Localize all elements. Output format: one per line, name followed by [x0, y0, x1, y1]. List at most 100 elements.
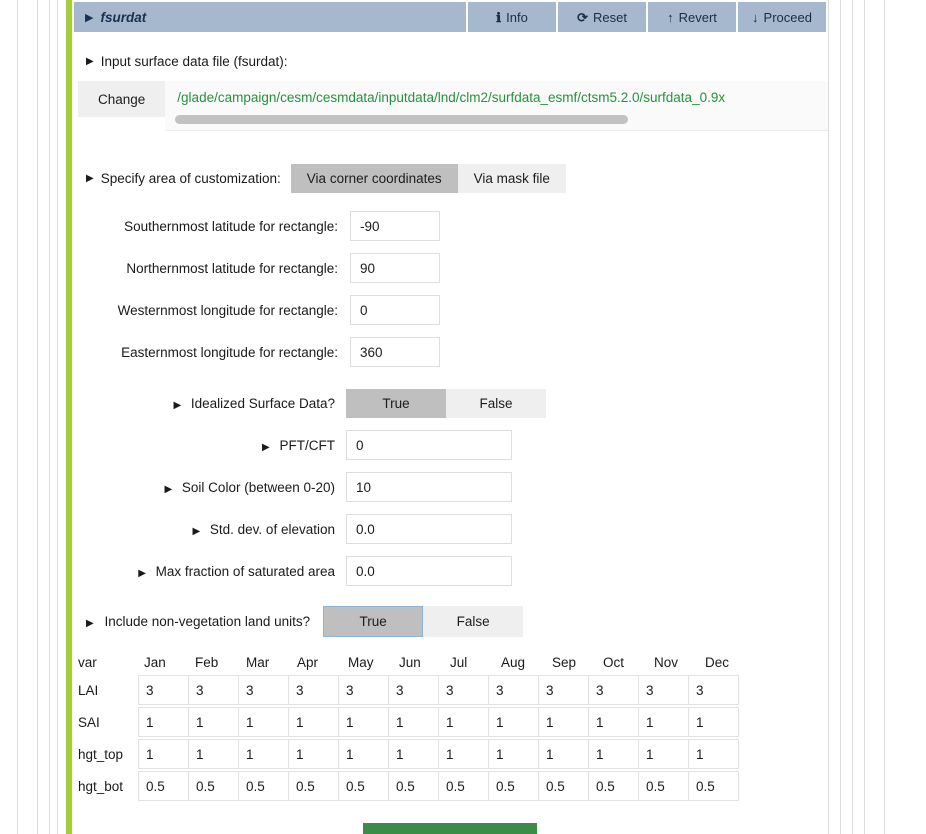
cell-sai-feb[interactable]: 1: [188, 707, 239, 737]
std-dev-elevation-row: ▶ Std. dev. of elevation: [72, 514, 828, 544]
cell-hgt-top-sep[interactable]: 1: [538, 739, 589, 769]
nonveg-false-button[interactable]: False: [423, 606, 524, 637]
cell-hgt-top-may[interactable]: 1: [338, 739, 389, 769]
input-file-label-text: Input surface data file (fsurdat):: [100, 54, 288, 69]
cell-lai-nov[interactable]: 3: [638, 675, 689, 705]
soil-color-input[interactable]: [346, 472, 512, 502]
file-path-scrollbar-thumb[interactable]: [175, 115, 628, 124]
file-path-scrollbar[interactable]: [175, 115, 822, 124]
west-longitude-label: Westernmost longitude for rectangle:: [117, 302, 338, 318]
panel-body: ▶ Input surface data file (fsurdat): Cha…: [72, 54, 828, 834]
customization-section-label[interactable]: ▶ Specify area of customization:: [86, 171, 281, 186]
cell-sai-may[interactable]: 1: [338, 707, 389, 737]
segment-via-corner-coordinates[interactable]: Via corner coordinates: [290, 164, 458, 193]
cell-sai-sep[interactable]: 1: [538, 707, 589, 737]
cell-hgt-bot-sep[interactable]: 0.5: [538, 771, 589, 801]
soil-color-label[interactable]: ▶ Soil Color (between 0-20): [72, 480, 346, 495]
cell-lai-feb[interactable]: 3: [188, 675, 239, 705]
info-icon: ℹ: [496, 9, 502, 25]
cell-lai-dec[interactable]: 3: [688, 675, 739, 705]
cell-sai-jul[interactable]: 1: [438, 707, 489, 737]
run-fsurdat-modifier-button[interactable]: Run fsurdat_modifier: [363, 823, 537, 834]
max-saturated-area-label-text: Max fraction of saturated area: [155, 563, 335, 579]
panel-border-rule: [864, 0, 865, 834]
cell-sai-mar[interactable]: 1: [238, 707, 289, 737]
reset-button[interactable]: ⟳ Reset: [558, 2, 646, 32]
north-latitude-label: Northernmost latitude for rectangle:: [126, 260, 338, 276]
coordinate-fields: Southernmost latitude for rectangle: Nor…: [72, 211, 828, 367]
cell-hgt-top-aug[interactable]: 1: [488, 739, 539, 769]
std-dev-elevation-input[interactable]: [346, 514, 512, 544]
cell-sai-nov[interactable]: 1: [638, 707, 689, 737]
column-header-jan: Jan: [144, 655, 166, 670]
cell-hgt-bot-jul[interactable]: 0.5: [438, 771, 489, 801]
cell-sai-jan[interactable]: 1: [138, 707, 189, 737]
cell-hgt-top-feb[interactable]: 1: [188, 739, 239, 769]
idealized-surface-data-label[interactable]: ▶ Idealized Surface Data?: [72, 396, 346, 411]
idealized-true-button[interactable]: True: [346, 389, 446, 418]
row-label-hgt-top: hgt_top: [78, 746, 124, 762]
south-latitude-input[interactable]: [350, 211, 440, 241]
max-saturated-area-label[interactable]: ▶ Max fraction of saturated area: [72, 564, 346, 579]
cell-hgt-top-jul[interactable]: 1: [438, 739, 489, 769]
proceed-button[interactable]: ↓ Proceed: [738, 2, 826, 32]
nonveg-land-units-label[interactable]: ▶ Include non-vegetation land units?: [86, 614, 310, 629]
cell-hgt-top-dec[interactable]: 1: [688, 739, 739, 769]
cell-hgt-bot-feb[interactable]: 0.5: [188, 771, 239, 801]
cell-hgt-bot-aug[interactable]: 0.5: [488, 771, 539, 801]
nonveg-true-button[interactable]: True: [323, 606, 424, 637]
cell-hgt-top-nov[interactable]: 1: [638, 739, 689, 769]
cell-lai-may[interactable]: 3: [338, 675, 389, 705]
cell-sai-oct[interactable]: 1: [588, 707, 639, 737]
cell-lai-jun[interactable]: 3: [388, 675, 439, 705]
cell-hgt-top-jan[interactable]: 1: [138, 739, 189, 769]
cell-hgt-top-jun[interactable]: 1: [388, 739, 439, 769]
info-button[interactable]: ℹ Info: [468, 2, 556, 32]
cell-lai-jul[interactable]: 3: [438, 675, 489, 705]
column-header-nov: Nov: [654, 655, 679, 670]
cell-hgt-bot-jun[interactable]: 0.5: [388, 771, 439, 801]
cell-sai-jun[interactable]: 1: [388, 707, 439, 737]
idealized-false-button[interactable]: False: [446, 389, 546, 418]
cell-hgt-bot-nov[interactable]: 0.5: [638, 771, 689, 801]
cell-lai-aug[interactable]: 3: [488, 675, 539, 705]
expand-triangle-icon: ▶: [85, 11, 94, 24]
cell-hgt-top-oct[interactable]: 1: [588, 739, 639, 769]
revert-button[interactable]: ↑ Revert: [648, 2, 736, 32]
cell-hgt-bot-apr[interactable]: 0.5: [288, 771, 339, 801]
segment-via-mask-file[interactable]: Via mask file: [457, 164, 566, 193]
cell-hgt-bot-jan[interactable]: 0.5: [138, 771, 189, 801]
cell-lai-sep[interactable]: 3: [538, 675, 589, 705]
nonveg-segmented-control: True False: [323, 606, 524, 637]
east-longitude-input[interactable]: [350, 337, 440, 367]
north-latitude-input[interactable]: [350, 253, 440, 283]
std-dev-elevation-label-text: Std. dev. of elevation: [209, 521, 335, 537]
std-dev-elevation-label[interactable]: ▶ Std. dev. of elevation: [72, 522, 346, 537]
change-file-button[interactable]: Change: [78, 81, 166, 117]
cell-hgt-bot-mar[interactable]: 0.5: [238, 771, 289, 801]
cell-hgt-top-mar[interactable]: 1: [238, 739, 289, 769]
pft-cft-input[interactable]: [346, 430, 512, 460]
cell-sai-aug[interactable]: 1: [488, 707, 539, 737]
cell-lai-mar[interactable]: 3: [238, 675, 289, 705]
expand-triangle-icon: ▶: [173, 400, 182, 411]
input-file-section-label[interactable]: ▶ Input surface data file (fsurdat):: [86, 54, 828, 69]
cell-hgt-bot-dec[interactable]: 0.5: [688, 771, 739, 801]
cell-lai-apr[interactable]: 3: [288, 675, 339, 705]
cell-sai-apr[interactable]: 1: [288, 707, 339, 737]
cell-lai-jan[interactable]: 3: [138, 675, 189, 705]
cell-hgt-bot-may[interactable]: 0.5: [338, 771, 389, 801]
arrow-down-icon: ↓: [752, 9, 759, 25]
nonveg-land-units-row: ▶ Include non-vegetation land units? Tru…: [86, 606, 828, 637]
pft-cft-label[interactable]: ▶ PFT/CFT: [72, 438, 346, 453]
file-path-field[interactable]: /glade/campaign/cesm/cesmdata/inputdata/…: [165, 81, 828, 131]
panel-border-rule: [37, 0, 38, 834]
cell-sai-dec[interactable]: 1: [688, 707, 739, 737]
cell-hgt-top-apr[interactable]: 1: [288, 739, 339, 769]
west-longitude-input[interactable]: [350, 295, 440, 325]
cell-lai-oct[interactable]: 3: [588, 675, 639, 705]
panel-title[interactable]: ▶ fsurdat: [74, 2, 466, 32]
input-file-row: Change /glade/campaign/cesm/cesmdata/inp…: [78, 81, 828, 131]
cell-hgt-bot-oct[interactable]: 0.5: [588, 771, 639, 801]
max-saturated-area-input[interactable]: [346, 556, 512, 586]
